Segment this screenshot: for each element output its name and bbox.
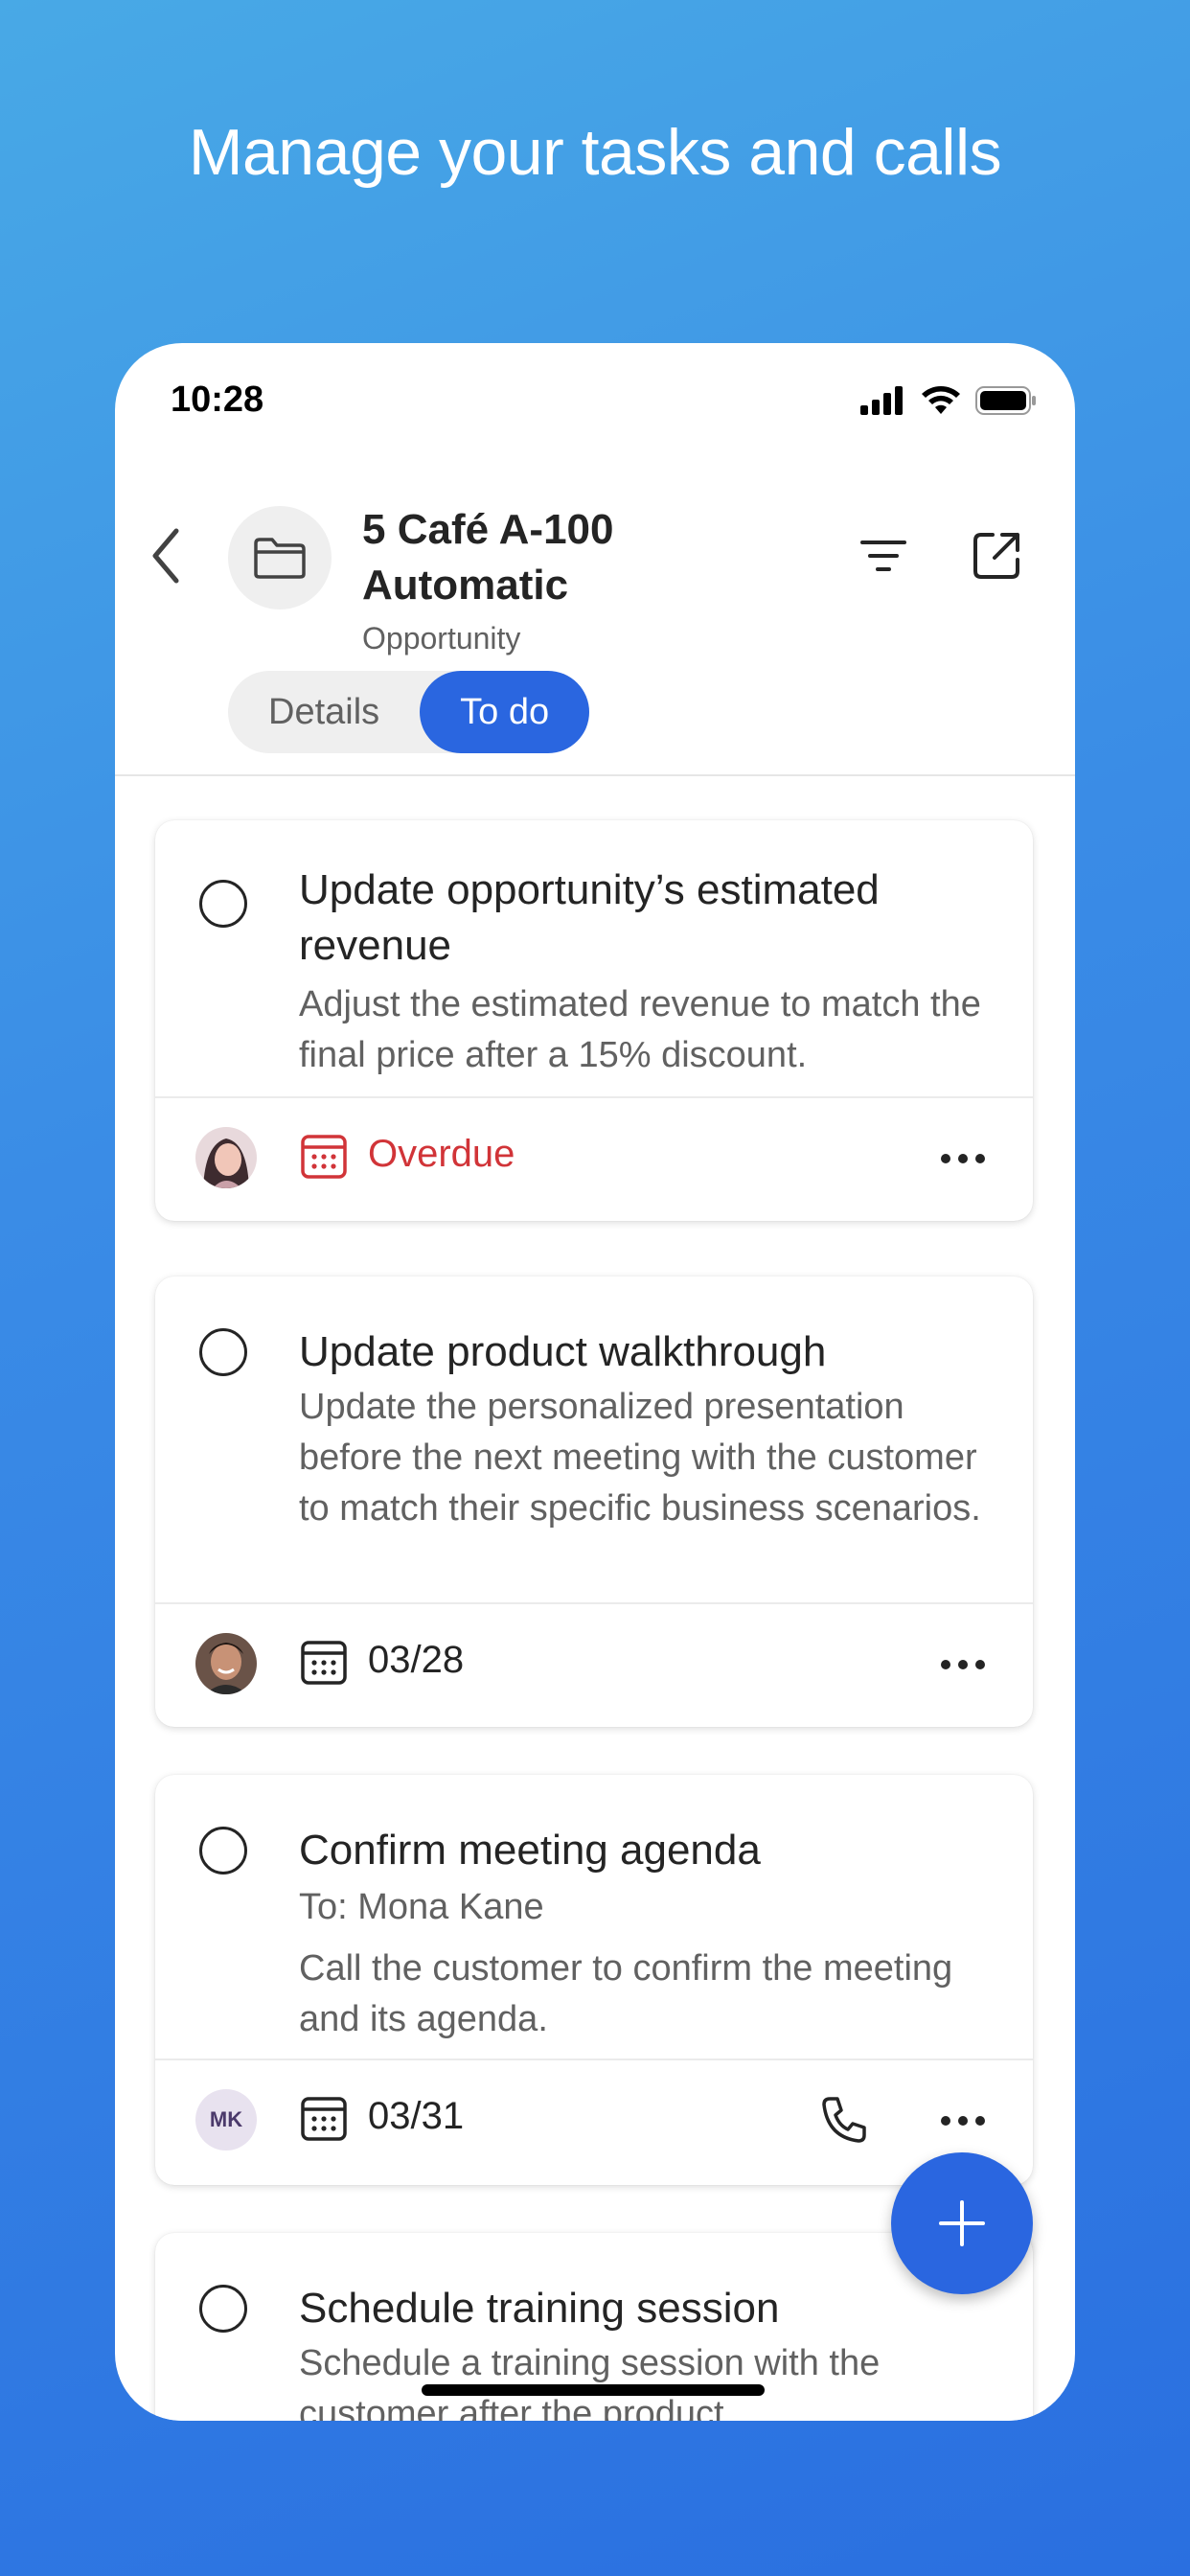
task-complete-radio[interactable] [199, 880, 247, 928]
task-complete-radio[interactable] [199, 2285, 247, 2333]
calendar-icon [301, 2097, 347, 2141]
record-header: 5 Café A-100 Automatic Opportunity [115, 468, 1075, 659]
open-external-icon[interactable] [968, 527, 1025, 585]
due-date: 03/28 [368, 1639, 465, 1681]
phone-call-icon[interactable] [816, 2093, 870, 2147]
task-title: Schedule training session [299, 2285, 780, 2332]
task-description: Call the customer to confirm the meeting… [299, 1948, 953, 2039]
back-chevron-icon[interactable] [144, 518, 192, 594]
battery-icon [975, 386, 1036, 415]
home-indicator[interactable] [422, 2384, 765, 2396]
record-title: 5 Café A-100 Automatic [362, 506, 614, 609]
status-bar: 10:28 [115, 343, 1075, 458]
task-complete-radio[interactable] [199, 1328, 247, 1376]
task-footer: Overdue [155, 1096, 1033, 1221]
task-card[interactable]: Confirm meeting agenda To: Mona Kane Cal… [155, 1775, 1033, 2185]
phone-screen: 10:28 5 Café A-100 Automatic Opportunity… [115, 343, 1075, 2421]
task-title: Confirm meeting agenda [299, 1827, 761, 1874]
tab-details[interactable]: Details [228, 671, 420, 753]
more-options-icon[interactable] [941, 1660, 985, 1669]
calendar-icon [301, 1641, 347, 1685]
tab-to-do[interactable]: To do [420, 671, 590, 753]
task-card[interactable]: Update product walkthrough Update the pe… [155, 1276, 1033, 1727]
status-icons [860, 385, 1037, 416]
task-recipient: To: Mona Kane [299, 1887, 544, 1927]
avatar [195, 1633, 257, 1694]
task-description: Update the personalized presentation bef… [299, 1387, 981, 1529]
more-options-icon[interactable] [941, 1154, 985, 1163]
due-status: Overdue [368, 1133, 515, 1175]
record-type: Opportunity [362, 621, 521, 656]
avatar [195, 1127, 257, 1188]
avatar: MK [195, 2089, 257, 2150]
status-time: 10:28 [171, 380, 264, 420]
header-divider [115, 774, 1075, 776]
filter-icon[interactable] [855, 527, 912, 585]
record-avatar [228, 506, 353, 610]
signal-icon [860, 386, 903, 415]
task-footer: MK 03/31 [155, 2058, 1033, 2185]
more-options-icon[interactable] [941, 2116, 985, 2126]
task-description: Schedule a training session with the cus… [299, 2343, 881, 2421]
plus-icon [939, 2200, 985, 2246]
add-task-button[interactable] [891, 2152, 1033, 2294]
task-title: Update product walkthrough [299, 1328, 827, 1375]
due-date: 03/31 [368, 2095, 465, 2137]
task-title: Update opportunity’s estimated revenue [299, 866, 880, 969]
calendar-icon [301, 1135, 347, 1179]
task-card[interactable]: Update opportunity’s estimated revenue A… [155, 820, 1033, 1221]
task-description: Adjust the estimated revenue to match th… [299, 984, 981, 1075]
task-complete-radio[interactable] [199, 1827, 247, 1874]
task-footer: 03/28 [155, 1602, 1033, 1727]
wifi-icon [922, 386, 960, 414]
tab-bar: Details To do [228, 671, 590, 753]
headline: Manage your tasks and calls [188, 116, 1002, 189]
folder-icon [254, 538, 306, 579]
avatar-initials: MK [209, 2107, 243, 2131]
